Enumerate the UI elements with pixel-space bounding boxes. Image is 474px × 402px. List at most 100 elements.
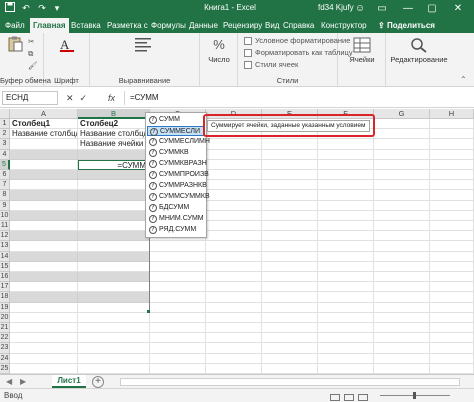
cell-a13[interactable] <box>10 241 78 252</box>
cell-c16[interactable] <box>150 272 206 283</box>
cell-b20[interactable] <box>78 312 150 323</box>
cell-h25[interactable] <box>430 363 474 374</box>
tab-page-layout[interactable]: Разметка с <box>104 18 151 33</box>
cell-f20[interactable] <box>318 312 374 323</box>
ribbon-display-icon[interactable]: ▭ <box>372 0 392 17</box>
row-header-18[interactable]: 18 <box>0 292 10 303</box>
row-header-10[interactable]: 10 <box>0 210 10 221</box>
tab-insert[interactable]: Вставка <box>68 18 104 33</box>
function-option[interactable]: f СУММКВРАЗН <box>147 159 207 169</box>
spreadsheet-grid[interactable]: A B C D E F G H 123456789101112131415161… <box>0 109 474 374</box>
cell-g6[interactable] <box>374 170 430 181</box>
cell-h7[interactable] <box>430 180 474 191</box>
cell-e9[interactable] <box>262 200 318 211</box>
cell-e17[interactable] <box>262 282 318 293</box>
number-button[interactable]: % Число <box>204 37 234 64</box>
cell-h14[interactable] <box>430 251 474 262</box>
cell-e10[interactable] <box>262 210 318 221</box>
formula-input[interactable]: =СУММ <box>124 91 470 105</box>
cell-a18[interactable] <box>10 292 78 303</box>
save-icon[interactable] <box>4 2 16 14</box>
cell-h8[interactable] <box>430 190 474 201</box>
cell-f11[interactable] <box>318 221 374 232</box>
cell-g19[interactable] <box>374 302 430 313</box>
row-header-4[interactable]: 4 <box>0 149 10 160</box>
cell-c17[interactable] <box>150 282 206 293</box>
add-sheet-button[interactable]: + <box>92 376 104 388</box>
cell-d3[interactable] <box>206 139 262 150</box>
row-header-14[interactable]: 14 <box>0 251 10 262</box>
page-layout-view-icon[interactable] <box>344 394 354 401</box>
function-option[interactable]: f СУММЕСЛИ <box>147 126 205 136</box>
cell-f7[interactable] <box>318 180 374 191</box>
cell-c22[interactable] <box>150 333 206 344</box>
cell-d16[interactable] <box>206 272 262 283</box>
column-header-b[interactable]: B <box>78 109 150 119</box>
cell-b17[interactable] <box>78 282 150 293</box>
cell-h19[interactable] <box>430 302 474 313</box>
cell-e12[interactable] <box>262 231 318 242</box>
cell-h18[interactable] <box>430 292 474 303</box>
row-header-5[interactable]: 5 <box>0 159 10 170</box>
cell-g2[interactable] <box>374 129 430 140</box>
cell-a8[interactable] <box>10 190 78 201</box>
format-as-table-button[interactable]: Форматировать как таблицу <box>244 48 353 58</box>
cell-g25[interactable] <box>374 363 430 374</box>
cell-h9[interactable] <box>430 200 474 211</box>
cell-g15[interactable] <box>374 261 430 272</box>
cell-g10[interactable] <box>374 210 430 221</box>
row-header-8[interactable]: 8 <box>0 190 10 201</box>
cell-d13[interactable] <box>206 241 262 252</box>
cell-e22[interactable] <box>262 333 318 344</box>
cell-b16[interactable] <box>78 272 150 283</box>
cell-f9[interactable] <box>318 200 374 211</box>
column-header-h[interactable]: H <box>430 109 474 119</box>
tab-data[interactable]: Данные <box>186 18 221 33</box>
cell-f19[interactable] <box>318 302 374 313</box>
cell-c19[interactable] <box>150 302 206 313</box>
cell-d25[interactable] <box>206 363 262 374</box>
collapse-ribbon-icon[interactable]: ⌃ <box>460 75 467 84</box>
cell-g1[interactable] <box>374 119 430 130</box>
cell-f16[interactable] <box>318 272 374 283</box>
cell-d4[interactable] <box>206 149 262 160</box>
cell-f5[interactable] <box>318 159 374 170</box>
function-option[interactable]: f СУММКВ <box>147 148 205 158</box>
cell-g5[interactable] <box>374 159 430 170</box>
cell-g23[interactable] <box>374 343 430 354</box>
cell-c24[interactable] <box>150 353 206 364</box>
cell-d19[interactable] <box>206 302 262 313</box>
cell-b21[interactable] <box>78 323 150 334</box>
cell-a17[interactable] <box>10 282 78 293</box>
row-header-2[interactable]: 2 <box>0 129 10 140</box>
alignment-button[interactable] <box>128 36 158 54</box>
row-header-9[interactable]: 9 <box>0 200 10 211</box>
cell-h12[interactable] <box>430 231 474 242</box>
cell-a5[interactable] <box>10 159 78 170</box>
cell-b14[interactable] <box>78 251 150 262</box>
cell-a1[interactable]: Столбец1 <box>10 119 78 130</box>
normal-view-icon[interactable] <box>330 394 340 401</box>
share-button[interactable]: ⇪ Поделиться <box>378 18 435 33</box>
cell-g13[interactable] <box>374 241 430 252</box>
cell-g18[interactable] <box>374 292 430 303</box>
cell-h10[interactable] <box>430 210 474 221</box>
cell-g3[interactable] <box>374 139 430 150</box>
cell-a14[interactable] <box>10 251 78 262</box>
user-avatar-icon[interactable]: ☺ <box>350 0 370 17</box>
cell-f23[interactable] <box>318 343 374 354</box>
cell-f13[interactable] <box>318 241 374 252</box>
row-header-3[interactable]: 3 <box>0 139 10 150</box>
row-header-16[interactable]: 16 <box>0 272 10 283</box>
cell-h11[interactable] <box>430 221 474 232</box>
cell-b6[interactable] <box>78 170 150 181</box>
page-break-view-icon[interactable] <box>358 394 368 401</box>
cell-d5[interactable] <box>206 159 262 170</box>
cell-a20[interactable] <box>10 312 78 323</box>
row-header-13[interactable]: 13 <box>0 241 10 252</box>
cell-c18[interactable] <box>150 292 206 303</box>
cell-c21[interactable] <box>150 323 206 334</box>
cell-c23[interactable] <box>150 343 206 354</box>
cell-f10[interactable] <box>318 210 374 221</box>
cell-b23[interactable] <box>78 343 150 354</box>
